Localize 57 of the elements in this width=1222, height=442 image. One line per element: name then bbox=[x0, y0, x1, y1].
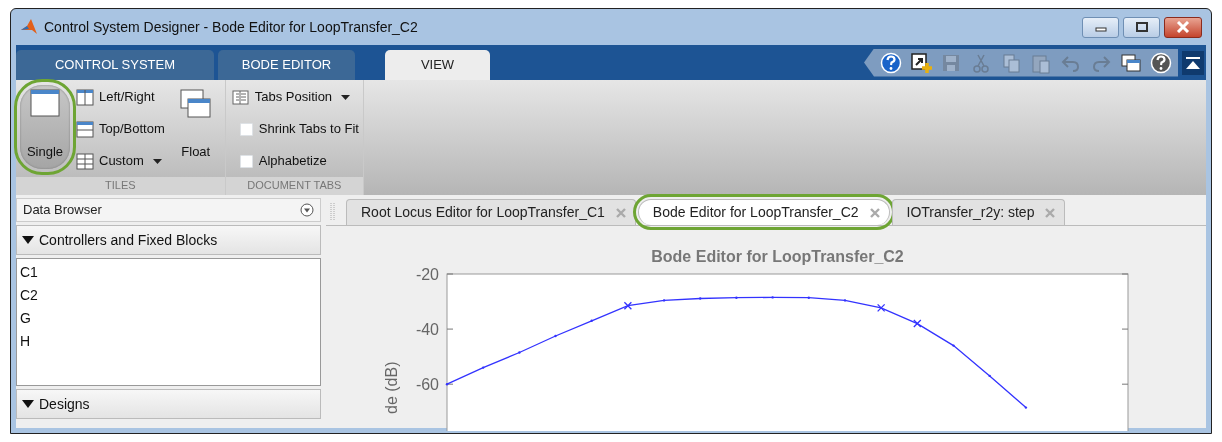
list-item[interactable]: C2 bbox=[20, 284, 317, 307]
group-label: TILES bbox=[16, 177, 225, 195]
ribbon-button[interactable]: Top/Bottom bbox=[74, 117, 167, 141]
tick-label: -40 bbox=[415, 321, 439, 339]
group-label: DOCUMENT TABS bbox=[225, 177, 363, 195]
checkbox[interactable] bbox=[239, 122, 253, 136]
checkbox-label: Shrink Tabs to Fit bbox=[258, 120, 359, 139]
floating-windows-icon bbox=[180, 89, 212, 118]
tabs-position-icon bbox=[231, 88, 250, 106]
expand-triangle-icon bbox=[22, 235, 34, 245]
close-icon[interactable] bbox=[868, 206, 881, 219]
maximize-icon bbox=[1134, 21, 1149, 33]
close-icon[interactable] bbox=[1044, 206, 1057, 219]
help-icon[interactable] bbox=[1148, 50, 1174, 75]
new-plot-icon[interactable] bbox=[908, 50, 934, 75]
tick-label: -60 bbox=[415, 376, 439, 394]
grip-icon[interactable] bbox=[330, 201, 336, 223]
window-title: Control System Designer - Bode Editor for LoopTransfer_C2 bbox=[44, 17, 418, 37]
caret-icon bbox=[152, 158, 162, 164]
pole-marker[interactable] bbox=[877, 303, 886, 313]
collapse-ribbon-button[interactable] bbox=[1182, 50, 1204, 75]
close-icon[interactable] bbox=[614, 206, 627, 219]
left-right-panes-icon bbox=[76, 88, 94, 106]
pole-marker[interactable] bbox=[913, 319, 922, 328]
ribbon-tab[interactable]: CONTROL SYSTEM bbox=[16, 50, 214, 80]
grid-panes-icon bbox=[76, 152, 94, 170]
chart-title: Bode Editor for LoopTransfer_C2 bbox=[651, 248, 904, 265]
checkbox[interactable] bbox=[239, 154, 253, 168]
dropdown-button[interactable]: Tabs Position bbox=[229, 85, 359, 109]
ribbon-button[interactable]: Left/Right bbox=[74, 85, 167, 109]
document-tab[interactable]: Root Locus Editor for LoopTransfer_C1 bbox=[346, 199, 636, 225]
collapse-icon bbox=[1186, 56, 1200, 69]
checkbox-label: Alphabetize bbox=[258, 152, 327, 171]
axis-label: de (dB) bbox=[383, 361, 400, 414]
caret-icon bbox=[341, 94, 351, 100]
app-logo-icon bbox=[20, 18, 38, 36]
ribbon-tab[interactable]: VIEW bbox=[385, 50, 490, 80]
ribbon-button[interactable]: Float bbox=[170, 85, 221, 169]
close-icon bbox=[1176, 21, 1190, 33]
section-header[interactable]: Controllers and Fixed Blocks bbox=[16, 225, 321, 255]
maximize-button[interactable] bbox=[1123, 16, 1160, 38]
list-item[interactable]: G bbox=[20, 307, 317, 330]
help-icon[interactable] bbox=[878, 50, 904, 75]
panel-title: Data Browser bbox=[23, 201, 102, 220]
pole-marker[interactable] bbox=[623, 301, 633, 310]
tick-label: -20 bbox=[415, 266, 439, 283]
single-pane-icon bbox=[29, 89, 61, 118]
top-bottom-panes-icon bbox=[76, 120, 94, 138]
expand-triangle-icon bbox=[22, 399, 34, 409]
dropdown-button[interactable]: Custom bbox=[74, 149, 167, 173]
list-item[interactable]: C1 bbox=[20, 261, 317, 284]
dropdown-icon[interactable] bbox=[300, 203, 314, 217]
document-tab[interactable]: IOTransfer_r2y: step bbox=[891, 199, 1066, 225]
ribbon-tab[interactable]: BODE EDITOR bbox=[218, 50, 355, 80]
section-header[interactable]: Designs bbox=[16, 389, 321, 419]
list-item[interactable]: H bbox=[20, 330, 317, 353]
close-button[interactable] bbox=[1164, 16, 1202, 38]
